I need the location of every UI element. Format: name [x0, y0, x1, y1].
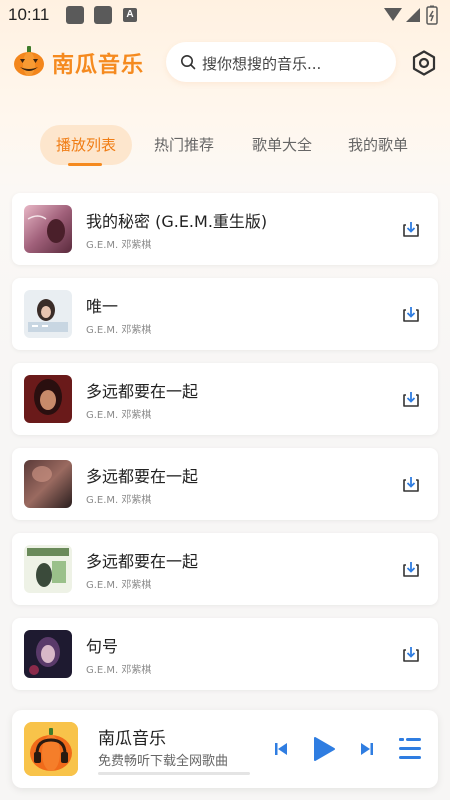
song-artist: G.E.M. 邓紫棋: [86, 240, 152, 251]
player-title: 南瓜音乐: [98, 729, 166, 749]
notification-icon: [66, 6, 84, 24]
mini-player[interactable]: 南瓜音乐 免费畅听下载全网歌曲: [12, 710, 438, 788]
download-icon[interactable]: [401, 389, 421, 409]
play-icon[interactable]: [312, 736, 336, 762]
header: 南瓜音乐 搜你想搜的音乐...: [0, 40, 450, 86]
album-cover: [24, 205, 72, 253]
album-cover: [24, 290, 72, 338]
song-row[interactable]: 我的秘密 (G.E.M.重生版) G.E.M. 邓紫棋: [12, 193, 438, 265]
tab-playlist[interactable]: 播放列表: [40, 125, 132, 165]
song-artist: G.E.M. 邓紫棋: [86, 665, 152, 676]
song-title: 唯一: [86, 297, 119, 316]
playlist-icon[interactable]: [398, 736, 422, 762]
song-row[interactable]: 多远都要在一起 G.E.M. 邓紫棋: [12, 533, 438, 605]
song-artist: G.E.M. 邓紫棋: [86, 495, 152, 506]
song-artist: G.E.M. 邓紫棋: [86, 410, 152, 421]
previous-icon[interactable]: [274, 742, 288, 756]
status-time: 10:11: [8, 5, 50, 24]
search-icon: [181, 55, 196, 70]
download-icon[interactable]: [401, 644, 421, 664]
status-bar: 10:11 A: [0, 0, 450, 30]
notification-icon: [94, 6, 112, 24]
song-row[interactable]: 多远都要在一起 G.E.M. 邓紫棋: [12, 448, 438, 520]
tab-active-indicator: [68, 163, 102, 166]
song-title: 我的秘密 (G.E.M.重生版): [86, 212, 268, 231]
song-title: 多远都要在一起: [86, 552, 199, 571]
app-title: 南瓜音乐: [52, 53, 145, 78]
song-row[interactable]: 唯一 G.E.M. 邓紫棋: [12, 278, 438, 350]
song-title: 句号: [86, 637, 119, 656]
song-artist: G.E.M. 邓紫棋: [86, 580, 152, 591]
download-icon[interactable]: [401, 304, 421, 324]
tab-bar: 播放列表 热门推荐 歌单大全 我的歌单: [0, 125, 450, 169]
album-cover: [24, 545, 72, 593]
album-cover: [24, 630, 72, 678]
signal-battery-icon: [384, 5, 438, 25]
pumpkin-icon: [14, 46, 44, 76]
download-icon[interactable]: [401, 559, 421, 579]
album-cover: [24, 375, 72, 423]
album-cover: [24, 460, 72, 508]
song-title: 多远都要在一起: [86, 382, 199, 401]
tab-hot-recommend[interactable]: 热门推荐: [138, 125, 230, 165]
keyboard-badge-icon: A: [123, 8, 137, 22]
song-title: 多远都要在一起: [86, 467, 199, 486]
tab-my-playlists[interactable]: 我的歌单: [332, 125, 424, 165]
headphone-pumpkin-icon: [24, 722, 78, 776]
player-subtitle: 免费畅听下载全网歌曲: [98, 754, 229, 769]
song-artist: G.E.M. 邓紫棋: [86, 325, 152, 336]
song-row[interactable]: 句号 G.E.M. 邓紫棋: [12, 618, 438, 690]
download-icon[interactable]: [401, 474, 421, 494]
settings-icon[interactable]: [410, 49, 438, 77]
next-icon[interactable]: [360, 742, 374, 756]
search-bar[interactable]: 搜你想搜的音乐...: [166, 42, 396, 82]
song-row[interactable]: 多远都要在一起 G.E.M. 邓紫棋: [12, 363, 438, 435]
tab-all-playlists[interactable]: 歌单大全: [236, 125, 328, 165]
download-icon[interactable]: [401, 219, 421, 239]
search-placeholder[interactable]: 搜你想搜的音乐...: [202, 53, 321, 74]
progress-bar[interactable]: [98, 772, 250, 775]
